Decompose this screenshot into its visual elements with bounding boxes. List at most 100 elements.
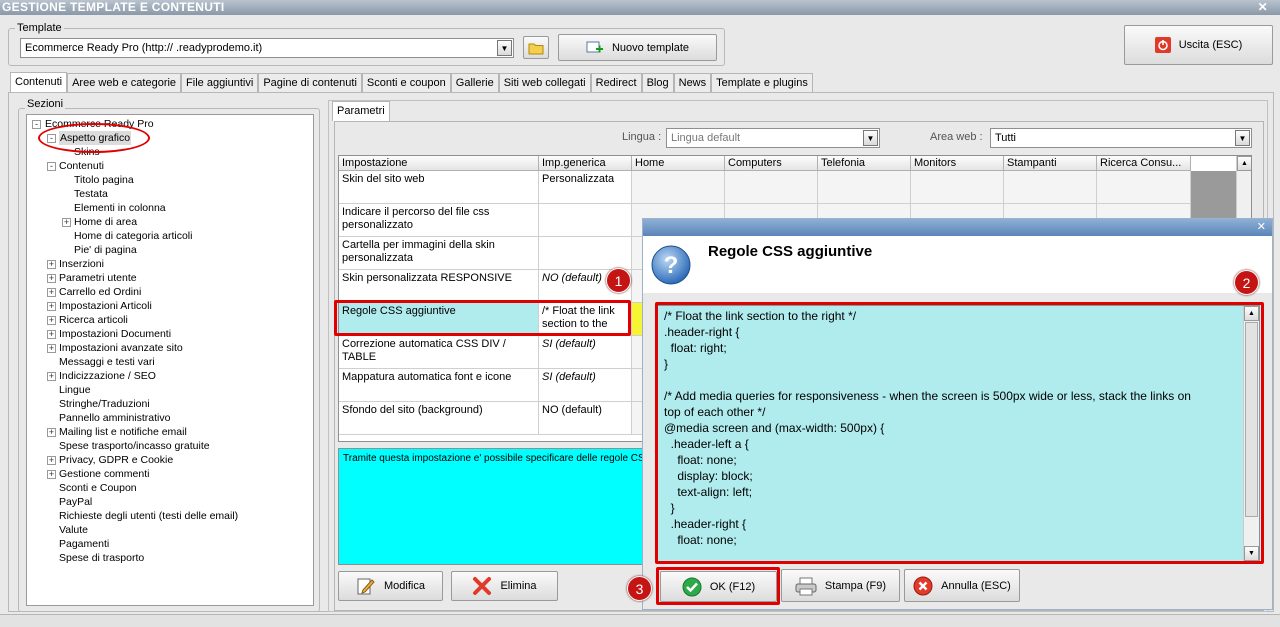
tree-item[interactable]: Spese trasporto/incasso gratuite (59, 439, 210, 453)
tab-siti-web-collegati[interactable]: Siti web collegati (498, 73, 591, 92)
tab-redirect[interactable]: Redirect (590, 73, 642, 92)
tree-expand-icon[interactable]: + (47, 288, 56, 297)
setting-name-cell[interactable]: Cartella per immagini della skin persona… (339, 237, 539, 270)
modify-button[interactable]: Modifica (338, 571, 443, 601)
tree-item[interactable]: Titolo pagina (74, 173, 134, 187)
setting-value-cell[interactable] (539, 204, 632, 237)
column-header[interactable]: Impostazione (339, 156, 539, 171)
tab-contenuti[interactable]: Contenuti (10, 72, 68, 93)
area-value-cell[interactable] (911, 171, 1004, 204)
tree-item[interactable]: Pannello amministrativo (59, 411, 170, 425)
cancel-button[interactable]: Annulla (ESC) (904, 569, 1020, 602)
column-header[interactable]: Telefonia (818, 156, 911, 171)
tab-aree-web-e-categorie[interactable]: Aree web e categorie (67, 73, 182, 92)
tree-item[interactable]: PayPal (59, 495, 92, 509)
tree-expand-icon[interactable]: + (62, 218, 71, 227)
exit-button[interactable]: Uscita (ESC) (1124, 25, 1273, 65)
tree-collapse-icon[interactable]: - (32, 120, 41, 129)
tree-expand-icon[interactable]: + (47, 316, 56, 325)
setting-name-cell[interactable]: Skin personalizzata RESPONSIVE (339, 270, 539, 303)
tree-item[interactable]: Mailing list e notifiche email (59, 425, 187, 439)
tab-sconti-e-coupon[interactable]: Sconti e coupon (361, 73, 451, 92)
tree-item[interactable]: Richieste degli utenti (testi delle emai… (59, 509, 238, 523)
close-icon[interactable]: ✕ (1258, 0, 1268, 14)
tree-expand-icon[interactable]: + (47, 470, 56, 479)
tree-item[interactable]: Elementi in colonna (74, 201, 166, 215)
tree-item[interactable]: Privacy, GDPR e Cookie (59, 453, 173, 467)
tree-item[interactable]: Lingue (59, 383, 91, 397)
close-icon[interactable]: ✕ (1257, 220, 1266, 233)
tree-item[interactable]: Ricerca articoli (59, 313, 128, 327)
setting-name-cell[interactable]: Mappatura automatica font e icone (339, 369, 539, 402)
column-header[interactable]: Monitors (911, 156, 1004, 171)
tree-expand-icon[interactable]: + (47, 372, 56, 381)
column-header[interactable]: Home (632, 156, 725, 171)
column-header[interactable]: Computers (725, 156, 818, 171)
tree-expand-icon[interactable]: + (47, 260, 56, 269)
lingua-select[interactable]: Lingua default ▼ (666, 128, 880, 148)
tab-blog[interactable]: Blog (641, 73, 674, 92)
tree-expand-icon[interactable]: + (47, 344, 56, 353)
tab-pagine-di-contenuti[interactable]: Pagine di contenuti (258, 73, 362, 92)
tree-item[interactable]: Home di area (74, 215, 137, 229)
tree-expand-icon[interactable]: + (47, 302, 56, 311)
area-value-cell[interactable] (725, 171, 818, 204)
tree-item[interactable]: Stringhe/Traduzioni (59, 397, 150, 411)
tree-item[interactable]: Parametri utente (59, 271, 137, 285)
tree-item[interactable]: Impostazioni Documenti (59, 327, 171, 341)
tree-item[interactable]: Valute (59, 523, 88, 537)
column-header[interactable]: Imp.generica (539, 156, 632, 171)
area-value-cell[interactable] (632, 171, 725, 204)
tab-file-aggiuntivi[interactable]: File aggiuntivi (181, 73, 259, 92)
tree-item[interactable]: Contenuti (59, 159, 104, 173)
tree-item[interactable]: Messaggi e testi vari (59, 355, 155, 369)
tab-template-e-plugins[interactable]: Template e plugins (711, 73, 813, 92)
template-select[interactable]: Ecommerce Ready Pro (http:// .readyprode… (20, 38, 514, 58)
setting-value-cell[interactable]: Personalizzata (539, 171, 632, 204)
tree-expand-icon[interactable]: + (47, 456, 56, 465)
tree-item[interactable]: Gestione commenti (59, 467, 149, 481)
scroll-up-icon[interactable]: ▲ (1237, 156, 1251, 171)
tree-item[interactable]: Impostazioni Articoli (59, 299, 152, 313)
setting-name-cell[interactable]: Sfondo del sito (background) (339, 402, 539, 435)
area-value-cell[interactable] (1097, 171, 1191, 204)
tree-item[interactable]: Inserzioni (59, 257, 104, 271)
tree-item[interactable]: Spese di trasporto (59, 551, 144, 565)
tab-gallerie[interactable]: Gallerie (450, 73, 499, 92)
tree-item[interactable]: Home di categoria articoli (74, 229, 192, 243)
area-value-cell[interactable] (1004, 171, 1097, 204)
question-icon: ? (651, 245, 691, 285)
setting-value-cell[interactable] (539, 237, 632, 270)
setting-value-cell[interactable]: SI (default) (539, 336, 632, 369)
tree-item[interactable]: Indicizzazione / SEO (59, 369, 156, 383)
tree-collapse-icon[interactable]: - (47, 162, 56, 171)
tree-item[interactable]: Testata (74, 187, 108, 201)
new-template-button[interactable]: Nuovo template (558, 34, 717, 61)
setting-name-cell[interactable]: Skin del sito web (339, 171, 539, 204)
setting-name-cell[interactable]: Indicare il percorso del file css person… (339, 204, 539, 237)
tab-news[interactable]: News (673, 73, 712, 92)
tree-item[interactable]: Carrello ed Ordini (59, 285, 141, 299)
sections-tree[interactable]: - Ecommerce Ready Pro - Aspetto grafico Sk… (26, 114, 314, 606)
tree-item[interactable]: Impostazioni avanzate sito (59, 341, 183, 355)
tree-expand-icon[interactable]: + (47, 330, 56, 339)
setting-value-cell[interactable]: SI (default) (539, 369, 632, 402)
delete-button[interactable]: Elimina (451, 571, 558, 601)
open-folder-button[interactable] (523, 36, 549, 59)
chevron-down-icon[interactable]: ▼ (863, 130, 878, 146)
column-header[interactable]: Stampanti (1004, 156, 1097, 171)
chevron-down-icon[interactable]: ▼ (497, 40, 512, 56)
tree-item[interactable]: Pagamenti (59, 537, 109, 551)
setting-value-cell[interactable]: NO (default) (539, 402, 632, 435)
tree-expand-icon[interactable]: + (47, 428, 56, 437)
tab-parametri[interactable]: Parametri (332, 101, 390, 121)
tree-expand-icon[interactable]: + (47, 274, 56, 283)
tree-item[interactable]: Sconti e Coupon (59, 481, 137, 495)
tree-item[interactable]: Pie' di pagina (74, 243, 137, 257)
area-value-cell[interactable] (818, 171, 911, 204)
column-header[interactable]: Ricerca Consu... (1097, 156, 1191, 171)
area-web-select[interactable]: Tutti ▼ (990, 128, 1252, 148)
print-button[interactable]: Stampa (F9) (781, 569, 900, 602)
chevron-down-icon[interactable]: ▼ (1235, 130, 1250, 146)
setting-name-cell[interactable]: Correzione automatica CSS DIV / TABLE (339, 336, 539, 369)
